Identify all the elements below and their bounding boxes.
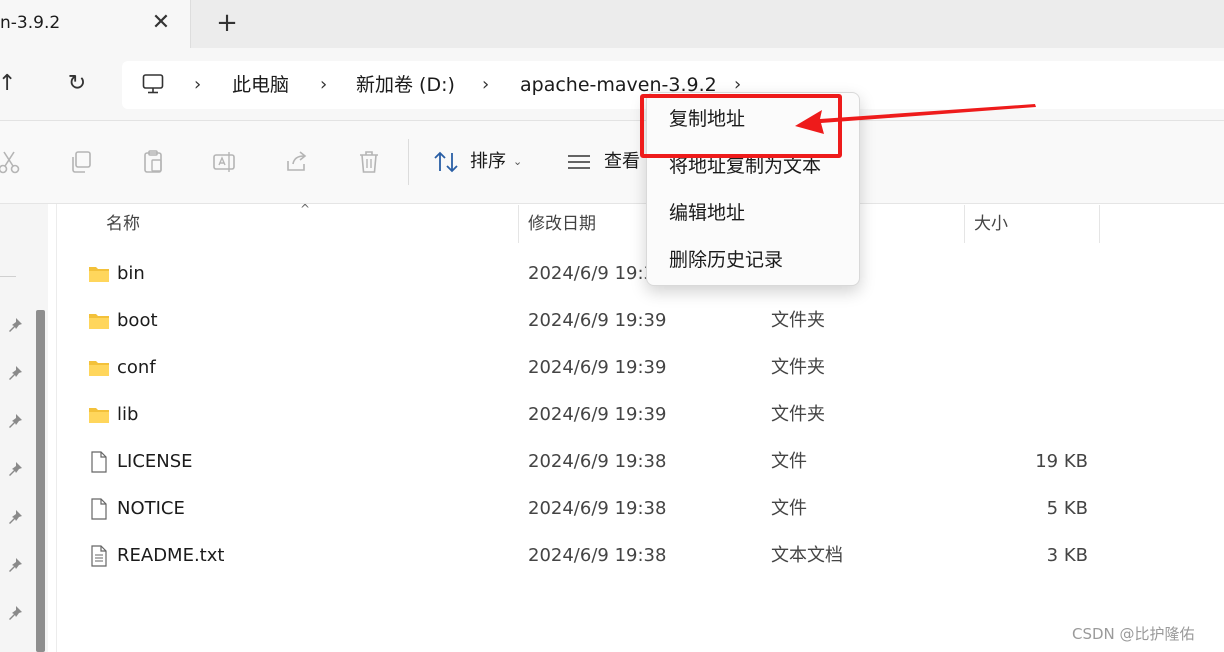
divider (0, 276, 16, 277)
pin-icon[interactable] (6, 316, 24, 334)
file-date: 2024/6/9 19:38 (528, 451, 667, 472)
refresh-icon[interactable]: ↻ (64, 70, 90, 98)
table-row[interactable]: boot 2024/6/9 19:39 文件夹 (58, 299, 1158, 343)
view-button[interactable]: 查看 (604, 150, 640, 174)
chevron-right-icon[interactable]: › (320, 73, 332, 97)
rename-icon[interactable] (212, 149, 238, 175)
pin-icon[interactable] (6, 412, 24, 430)
file-type: 文件 (771, 451, 807, 472)
file-name: boot (117, 310, 158, 331)
command-bar: 排序 ⌄ 查看 (0, 121, 1224, 204)
sort-icon[interactable] (432, 150, 460, 174)
folder-icon (89, 267, 109, 282)
view-icon[interactable] (566, 151, 592, 173)
file-date: 2024/6/9 19:39 (528, 310, 667, 331)
chevron-right-icon[interactable]: › (482, 73, 494, 97)
column-header-name[interactable]: 名称 (106, 208, 140, 240)
sort-button[interactable]: 排序 (470, 150, 506, 174)
file-date: 2024/6/9 19:38 (528, 498, 667, 519)
tab-bar: n-3.9.2 ✕ + (0, 0, 1224, 48)
menu-item-edit-address[interactable]: 编辑地址 (647, 191, 859, 235)
column-divider[interactable] (964, 205, 965, 243)
file-icon (91, 498, 107, 520)
scrollbar[interactable] (36, 310, 45, 652)
file-date: 2024/6/9 19:38 (528, 545, 667, 566)
column-header-modified[interactable]: 修改日期 (528, 208, 596, 240)
tab-title: n-3.9.2 (0, 13, 61, 33)
file-name: bin (117, 263, 145, 284)
tab-maven[interactable]: n-3.9.2 ✕ (0, 0, 191, 48)
file-size: 5 KB (1046, 498, 1088, 519)
computer-icon (142, 74, 164, 94)
file-type: 文件 (771, 498, 807, 519)
table-row[interactable]: bin 2024/6/9 19:39 (58, 252, 1158, 296)
folder-icon (89, 408, 109, 423)
file-date: 2024/6/9 19:39 (528, 357, 667, 378)
pin-icon[interactable] (6, 556, 24, 574)
menu-item-delete-history[interactable]: 删除历史记录 (647, 238, 859, 282)
column-header-size[interactable]: 大小 (974, 208, 1008, 240)
paste-icon[interactable] (140, 149, 166, 175)
cut-icon[interactable] (0, 149, 22, 175)
breadcrumb-this-pc[interactable]: 此电脑 (232, 72, 289, 98)
breadcrumb-drive-d[interactable]: 新加卷 (D:) (356, 72, 455, 98)
file-name: LICENSE (117, 451, 193, 472)
file-type: 文件夹 (771, 404, 825, 425)
pin-icon[interactable] (6, 460, 24, 478)
watermark: CSDN @比护隆佑 (1072, 625, 1195, 643)
chevron-down-icon[interactable]: ⌄ (513, 151, 522, 173)
copy-icon[interactable] (68, 149, 94, 175)
file-icon (91, 451, 107, 473)
column-divider[interactable] (1099, 205, 1100, 243)
toolbar-divider (408, 139, 409, 185)
pin-icon[interactable] (6, 364, 24, 382)
file-name: NOTICE (117, 498, 185, 519)
share-icon[interactable] (284, 149, 310, 175)
navigation-pane (0, 204, 48, 652)
close-icon[interactable]: ✕ (150, 10, 172, 36)
pin-icon[interactable] (6, 604, 24, 622)
pin-icon[interactable] (6, 508, 24, 526)
folder-icon (89, 314, 109, 329)
file-name: README.txt (117, 545, 225, 566)
text-file-icon (91, 545, 107, 567)
table-row[interactable]: README.txt 2024/6/9 19:38 文本文档 3 KB (58, 534, 1158, 578)
table-row[interactable]: LICENSE 2024/6/9 19:38 文件 19 KB (58, 440, 1158, 484)
file-size: 3 KB (1046, 545, 1088, 566)
folder-icon (89, 361, 109, 376)
file-size: 19 KB (1035, 451, 1088, 472)
new-tab-button[interactable]: + (214, 8, 240, 38)
file-date: 2024/6/9 19:39 (528, 404, 667, 425)
file-name: lib (117, 404, 139, 425)
annotation-arrow-icon (795, 104, 1036, 134)
table-row[interactable]: lib 2024/6/9 19:39 文件夹 (58, 393, 1158, 437)
chevron-right-icon[interactable]: › (194, 73, 206, 97)
sort-ascending-icon: ^ (300, 202, 311, 216)
table-row[interactable]: conf 2024/6/9 19:39 文件夹 (58, 346, 1158, 390)
delete-icon[interactable] (356, 149, 382, 175)
table-row[interactable]: NOTICE 2024/6/9 19:38 文件 5 KB (58, 487, 1158, 531)
file-name: conf (117, 357, 156, 378)
address-row: ↑ ↻ › 此电脑 › 新加卷 (D:) › apache-maven-3.9.… (0, 48, 1224, 121)
file-type: 文件夹 (771, 310, 825, 331)
column-divider[interactable] (518, 205, 519, 243)
menu-item-label: 删除历史记录 (669, 249, 784, 271)
up-arrow-icon[interactable]: ↑ (0, 71, 16, 97)
file-type: 文本文档 (771, 545, 843, 566)
menu-item-label: 编辑地址 (669, 202, 746, 224)
file-type: 文件夹 (771, 357, 825, 378)
